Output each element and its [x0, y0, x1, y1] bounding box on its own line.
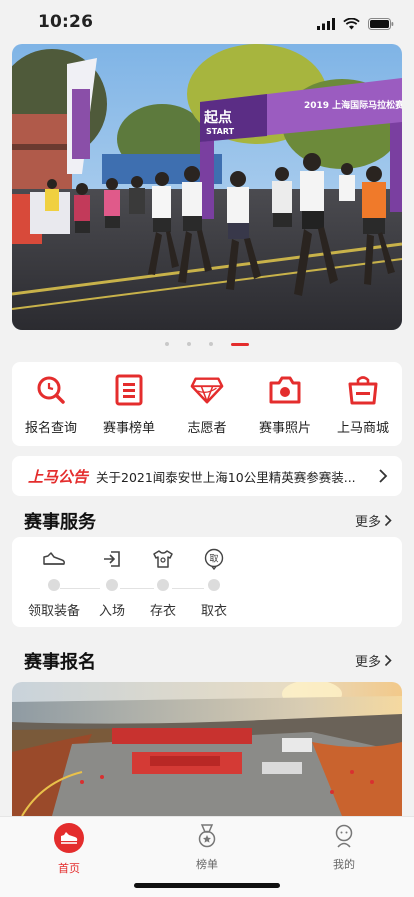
shopping-bag-icon: [346, 373, 380, 407]
race-venue-aerial-image: [12, 682, 402, 816]
start-sign-text: 起点: [203, 109, 232, 126]
quick-item-registration-query[interactable]: 报名查询: [13, 373, 89, 436]
step-dot: [106, 579, 118, 591]
quick-item-label: 报名查询: [24, 420, 77, 436]
step-label: 取衣: [200, 604, 227, 619]
carousel-indicator[interactable]: [0, 342, 414, 346]
quick-item-race-photos[interactable]: 赛事照片: [247, 373, 323, 436]
tab-label: 榜单: [196, 858, 218, 871]
signal-icon: [317, 15, 335, 34]
carousel-dot-active[interactable]: [231, 342, 249, 346]
search-icon: [34, 373, 68, 407]
diamond-icon: [190, 373, 224, 407]
quick-item-shop[interactable]: 上马商城: [325, 373, 401, 436]
pickup-icon: 取: [184, 547, 244, 571]
medal-icon: [198, 824, 216, 848]
service-steps: 领取装备 入场 存衣 取 取衣: [12, 537, 402, 627]
status-icons: [317, 15, 394, 34]
quick-item-volunteer[interactable]: 志愿者: [169, 373, 245, 436]
shoe-icon: [24, 547, 84, 571]
more-label: 更多: [354, 515, 381, 530]
chevron-right-icon: [384, 514, 392, 527]
pickup-glyph: 取: [209, 554, 218, 565]
status-time: 10:26: [38, 12, 94, 32]
home-shoe-icon: [54, 823, 84, 853]
registration-more-link[interactable]: 更多: [355, 651, 392, 670]
tab-rankings[interactable]: 榜单: [167, 823, 247, 872]
carousel-dot[interactable]: [209, 342, 213, 346]
services-more-link[interactable]: 更多: [355, 511, 392, 530]
chevron-right-icon[interactable]: [378, 468, 388, 488]
profile-icon: [335, 824, 353, 848]
wifi-icon: [343, 15, 360, 34]
quick-menu: 报名查询 赛事榜单 志愿者 赛事照片 上马商城: [12, 362, 402, 446]
quick-item-rankings[interactable]: 赛事榜单: [91, 373, 167, 436]
carousel-dot[interactable]: [165, 342, 169, 346]
quick-item-label: 志愿者: [187, 420, 227, 436]
service-step-bag-pickup[interactable]: 取 取衣: [184, 547, 244, 619]
carousel-dot[interactable]: [187, 342, 191, 346]
registration-banner[interactable]: [12, 682, 402, 816]
home-indicator[interactable]: [134, 883, 280, 888]
arch-text: 2019 上海国际马拉松赛: [304, 99, 402, 111]
step-dot: [208, 579, 220, 591]
notice-text[interactable]: 关于2021闻泰安世上海10公里精英赛参赛装...: [96, 467, 362, 486]
step-label: 领取装备: [27, 604, 80, 619]
notice-bar[interactable]: 上马公告 关于2021闻泰安世上海10公里精英赛参赛装...: [12, 456, 402, 496]
quick-item-label: 赛事榜单: [102, 420, 155, 436]
section-title-registration: 赛事报名: [24, 652, 96, 673]
tab-label: 首页: [58, 862, 80, 875]
section-title-services: 赛事服务: [24, 512, 96, 533]
start-sign-en-text: START: [206, 127, 235, 136]
hero-banner[interactable]: 起点 START 2019 上海国际马拉松赛: [12, 44, 402, 330]
status-bar: 10:26: [0, 0, 414, 44]
quick-item-label: 赛事照片: [258, 420, 311, 436]
chevron-right-icon: [384, 654, 392, 667]
step-dot: [157, 579, 169, 591]
more-label: 更多: [354, 655, 381, 670]
list-icon: [112, 373, 146, 407]
service-step-pickup-gear[interactable]: 领取装备: [24, 547, 84, 619]
marathon-start-image: 起点 START 2019 上海国际马拉松赛: [12, 44, 402, 330]
notice-brand-logo: 上马公告: [28, 467, 89, 486]
battery-icon: [368, 15, 394, 34]
camera-icon: [268, 373, 302, 407]
tab-label: 我的: [333, 858, 355, 871]
step-dot: [48, 579, 60, 591]
tab-profile[interactable]: 我的: [304, 823, 384, 872]
quick-item-label: 上马商城: [336, 420, 389, 436]
tab-home[interactable]: 首页: [29, 823, 109, 876]
